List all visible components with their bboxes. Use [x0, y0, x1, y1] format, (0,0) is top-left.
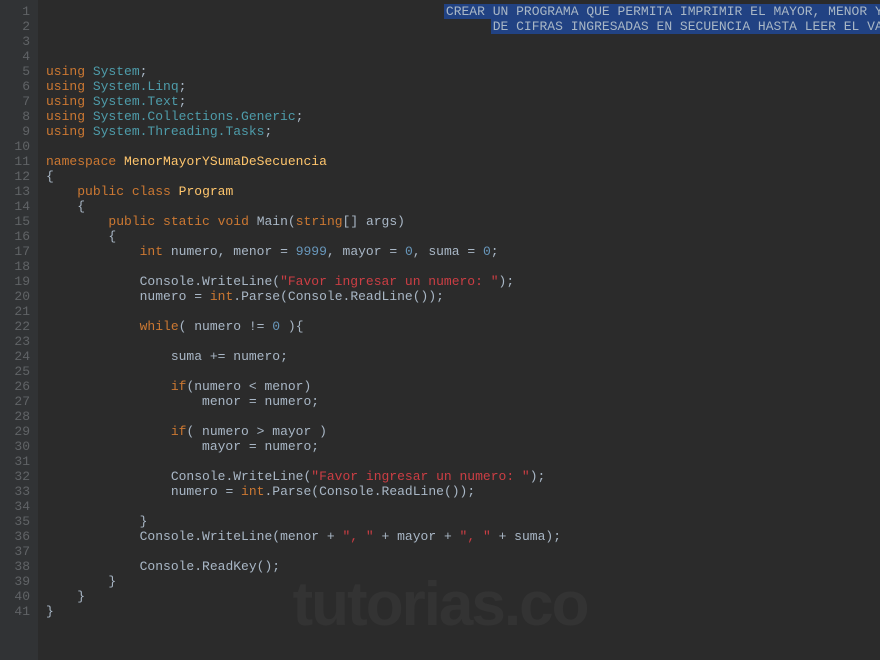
line-number: 35 — [12, 514, 30, 529]
code-line: int numero, menor = 9999, mayor = 0, sum… — [46, 244, 880, 259]
line-number: 4 — [12, 49, 30, 64]
line-number: 12 — [12, 169, 30, 184]
code-line: mayor = numero; — [46, 439, 880, 454]
line-number: 10 — [12, 139, 30, 154]
code-line: numero = int.Parse(Console.ReadLine()); — [46, 289, 880, 304]
line-number: 14 — [12, 199, 30, 214]
line-number: 25 — [12, 364, 30, 379]
code-line: if( numero > mayor ) — [46, 424, 880, 439]
code-line: public class Program — [46, 184, 880, 199]
line-number: 34 — [12, 499, 30, 514]
line-number: 41 — [12, 604, 30, 619]
line-number: 20 — [12, 289, 30, 304]
line-number: 18 — [12, 259, 30, 274]
code-line: numero = int.Parse(Console.ReadLine()); — [46, 484, 880, 499]
code-line: Console.WriteLine(menor + ", " + mayor +… — [46, 529, 880, 544]
code-line — [46, 34, 880, 49]
code-line: using System.Threading.Tasks; — [46, 124, 880, 139]
line-number: 13 — [12, 184, 30, 199]
line-number: 11 — [12, 154, 30, 169]
code-line — [46, 364, 880, 379]
line-number: 7 — [12, 94, 30, 109]
code-line — [46, 454, 880, 469]
line-number: 16 — [12, 229, 30, 244]
code-line: namespace MenorMayorYSumaDeSecuencia — [46, 154, 880, 169]
line-number: 3 — [12, 34, 30, 49]
code-line: } — [46, 574, 880, 589]
line-number: 24 — [12, 349, 30, 364]
line-number: 15 — [12, 214, 30, 229]
line-number: 6 — [12, 79, 30, 94]
line-number: 29 — [12, 424, 30, 439]
code-line: { — [46, 169, 880, 184]
line-number: 38 — [12, 559, 30, 574]
line-number: 27 — [12, 394, 30, 409]
line-number: 36 — [12, 529, 30, 544]
code-line — [46, 304, 880, 319]
line-number: 2 — [12, 19, 30, 34]
line-number: 17 — [12, 244, 30, 259]
code-line: public static void Main(string[] args) — [46, 214, 880, 229]
line-number: 22 — [12, 319, 30, 334]
code-line — [46, 49, 880, 64]
code-line: using System.Text; — [46, 94, 880, 109]
code-line: } — [46, 514, 880, 529]
line-number-gutter: 1234567891011121314151617181920212223242… — [0, 0, 38, 660]
code-line: } — [46, 604, 880, 619]
code-line — [46, 544, 880, 559]
code-line: { — [46, 229, 880, 244]
code-line — [46, 259, 880, 274]
line-number: 26 — [12, 379, 30, 394]
code-editor: 1234567891011121314151617181920212223242… — [0, 0, 880, 660]
line-number: 8 — [12, 109, 30, 124]
comment-line-1: CREAR UN PROGRAMA QUE PERMITA IMPRIMIR E… — [46, 4, 880, 19]
line-number: 37 — [12, 544, 30, 559]
code-line: using System.Collections.Generic; — [46, 109, 880, 124]
line-number: 28 — [12, 409, 30, 424]
comment-line-2: DE CIFRAS INGRESADAS EN SECUENCIA HASTA … — [46, 19, 880, 34]
code-line: Console.ReadKey(); — [46, 559, 880, 574]
line-number: 9 — [12, 124, 30, 139]
line-number: 39 — [12, 574, 30, 589]
line-number: 32 — [12, 469, 30, 484]
code-area[interactable]: CREAR UN PROGRAMA QUE PERMITA IMPRIMIR E… — [38, 0, 880, 660]
code-line: using System.Linq; — [46, 79, 880, 94]
code-line: menor = numero; — [46, 394, 880, 409]
line-number: 21 — [12, 304, 30, 319]
code-line: while( numero != 0 ){ — [46, 319, 880, 334]
line-number: 19 — [12, 274, 30, 289]
code-line — [46, 409, 880, 424]
code-line: using System; — [46, 64, 880, 79]
line-number: 31 — [12, 454, 30, 469]
line-number: 1 — [12, 4, 30, 19]
code-line — [46, 334, 880, 349]
code-line: Console.WriteLine("Favor ingresar un num… — [46, 274, 880, 289]
code-line — [46, 139, 880, 154]
code-line: if(numero < menor) — [46, 379, 880, 394]
code-line: suma += numero; — [46, 349, 880, 364]
line-number: 5 — [12, 64, 30, 79]
line-number: 23 — [12, 334, 30, 349]
code-line: { — [46, 199, 880, 214]
code-line: } — [46, 589, 880, 604]
line-number: 33 — [12, 484, 30, 499]
line-number: 30 — [12, 439, 30, 454]
code-line — [46, 499, 880, 514]
line-number: 40 — [12, 589, 30, 604]
code-line: Console.WriteLine("Favor ingresar un num… — [46, 469, 880, 484]
